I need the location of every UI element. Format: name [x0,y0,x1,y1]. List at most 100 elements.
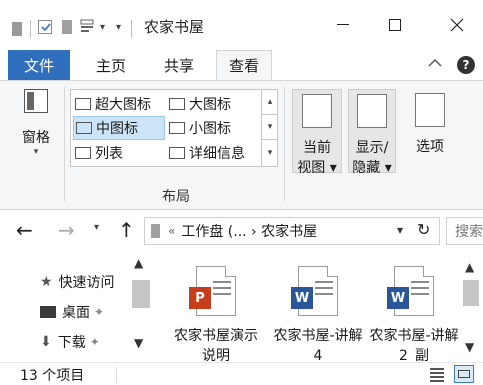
layout-item-label: 中图标 [96,121,138,137]
address-history-chevron-icon[interactable]: ▾ [397,223,403,237]
layout-list[interactable]: 列表 [73,141,165,165]
minimize-button[interactable] [320,8,366,42]
file-item[interactable]: W 农家书屋-讲解2_副 [366,266,462,362]
large-icons-view-icon[interactable] [454,365,474,383]
nav-item-downloads[interactable]: ⬇ 下载 ✦ [40,328,100,356]
desktop-icon [40,306,56,318]
breadcrumb-overflow[interactable]: « [168,224,175,238]
file-name: 农家书屋演示说明 [174,328,258,362]
refresh-icon[interactable]: ↻ [417,220,430,239]
tab-view[interactable]: 查看 [216,50,272,80]
pin-icon: ✦ [89,335,100,349]
layout-extra-large-icons[interactable]: 超大图标 [73,92,165,116]
layout-item-label: 小图标 [189,121,231,137]
pin-icon: ✦ [94,305,105,319]
properties-check-icon[interactable] [38,20,52,34]
small-icons-icon [169,122,185,134]
status-bar: 13 个项目 [0,362,483,385]
layout-gallery-scroller: ▴ ▾ ▾ [261,90,278,166]
extra-large-icons-icon [75,98,91,110]
recent-locations-chevron-icon[interactable]: ▾ [94,222,99,233]
nav-item-desktop[interactable]: 桌面 ✦ [40,298,104,326]
rename-icon[interactable] [80,19,94,35]
show-hide-label: 显示/ 隐藏 ▾ [349,138,395,178]
file-name: 农家书屋-讲解4 [273,328,363,362]
options-icon [415,93,445,127]
tab-share[interactable]: 共享 [148,50,210,80]
pane-label: 窗格 [22,130,50,146]
new-folder-icon[interactable] [62,20,72,34]
layout-large-icons[interactable]: 大图标 [167,92,261,116]
navigation-pane-icon [24,89,48,113]
current-view-line2: 视图 ▾ [297,160,337,176]
forward-arrow-icon[interactable]: → [58,218,75,242]
file-list: P 农家书屋演示说明 W 农家书屋-讲解4 W 农家书屋-讲解2_副 ▲ ▼ [154,252,483,362]
nav-item-quick-access[interactable]: ★ 快速访问 [40,268,115,296]
toolbar-divider [30,20,31,38]
maximize-button[interactable] [372,8,418,42]
customize-toolbar-icon[interactable]: ▾ [116,22,121,33]
current-view-label: 当前 视图 ▾ [293,138,341,178]
navigation-bar: ← → ▾ ↑ « 工作盘 (... › 农家书屋 ▾ ↻ 搜索 [0,210,483,252]
up-arrow-icon[interactable]: ↑ [118,218,135,242]
collapse-ribbon-icon[interactable] [428,56,442,72]
options-label: 选项 [416,139,444,155]
file-list-scrollbar[interactable]: ▲ ▼ [462,256,480,358]
file-item[interactable]: W 农家书屋-讲解4 [270,266,366,362]
word-badge: W [387,287,409,309]
star-icon: ★ [40,274,53,290]
search-input[interactable]: 搜索 [446,217,483,245]
scroll-up-icon[interactable]: ▲ [134,256,143,270]
nav-item-label: 下载 [57,335,86,351]
file-item[interactable]: P 农家书屋演示说明 [168,266,264,362]
layout-details[interactable]: 详细信息 [167,141,261,165]
scrollbar-thumb[interactable] [463,280,479,306]
help-icon[interactable]: ? [457,56,475,74]
current-view-line1: 当前 [303,140,331,156]
status-divider [116,367,117,383]
nav-pane-scrollbar[interactable]: ▲ ▼ [132,256,150,358]
scroll-down-icon[interactable]: ▼ [134,336,143,350]
word-file-icon: W [291,266,338,316]
show-hide-line2: 隐藏 ▾ [352,160,392,176]
gallery-scroll-down-icon[interactable]: ▾ [262,115,278,140]
layout-small-icons[interactable]: 小图标 [167,116,261,140]
details-view-icon[interactable] [428,365,446,383]
scroll-down-icon[interactable]: ▼ [465,340,474,354]
address-bar[interactable]: « 工作盘 (... › 农家书屋 ▾ ↻ [144,217,440,245]
gallery-scroll-up-icon[interactable]: ▴ [262,90,278,115]
scrollbar-thumb[interactable] [132,280,150,308]
show-hide-line1: 显示/ [355,140,389,156]
options-button[interactable]: 选项 [404,89,456,157]
layout-gallery: 超大图标 大图标 中图标 小图标 列表 详细信息 ▴ ▾ ▾ [70,89,278,167]
ribbon-panel: 窗格 ▾ 超大图标 大图标 中图标 小图标 列表 详细信息 ▴ ▾ ▾ 布局 当… [0,80,483,210]
chevron-down-icon[interactable]: ▾ [100,22,105,33]
layout-medium-icons[interactable]: 中图标 [73,116,165,140]
layout-item-label: 大图标 [189,97,231,113]
ribbon-divider [284,87,285,201]
tab-home[interactable]: 主页 [82,50,140,80]
tab-file[interactable]: 文件 [8,50,70,80]
pane-button[interactable]: 窗格 ▾ [14,89,58,157]
document-lines [411,281,429,299]
breadcrumb[interactable]: 工作盘 (... › 农家书屋 [181,221,317,241]
item-count: 13 个项目 [20,368,85,384]
current-view-button[interactable]: 当前 视图 ▾ [292,89,342,176]
chevron-down-icon: ▾ [33,147,39,157]
ribbon-divider [64,87,65,201]
details-icon [169,147,185,159]
show-hide-button[interactable]: 显示/ 隐藏 ▾ [348,89,396,176]
nav-item-label: 快速访问 [58,275,115,291]
word-badge: W [291,287,313,309]
scroll-up-icon[interactable]: ▲ [465,260,474,274]
navigation-pane: ★ 快速访问 桌面 ✦ ⬇ 下载 ✦ ▲ ▼ [0,252,154,362]
download-arrow-icon: ⬇ [40,334,52,350]
layout-item-label: 超大图标 [95,97,151,113]
medium-icons-icon [76,122,92,134]
layout-item-label: 列表 [95,146,123,162]
document-lines [213,281,231,299]
back-arrow-icon[interactable]: ← [16,218,33,242]
gallery-expand-icon[interactable]: ▾ [262,140,278,165]
title-bar: ▾ ▾ 农家书屋 [0,0,483,50]
close-button[interactable] [434,8,480,42]
